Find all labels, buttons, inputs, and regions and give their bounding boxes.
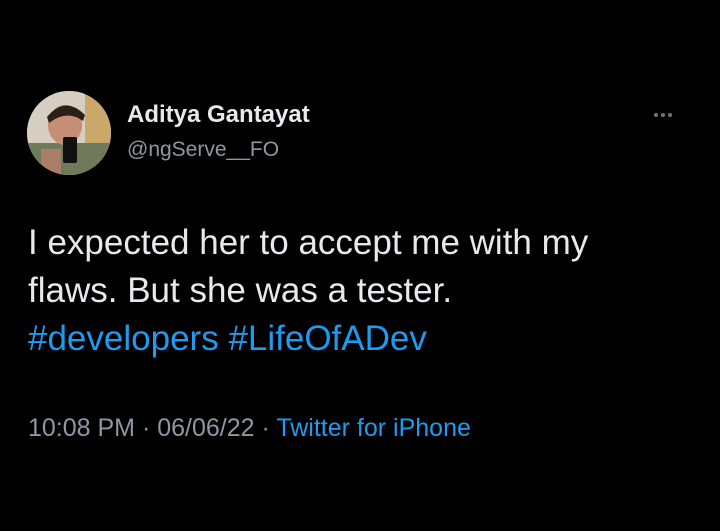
dot-icon bbox=[661, 113, 665, 117]
tweet-meta: 10:08 PM · 06/06/22 · Twitter for iPhone bbox=[28, 414, 471, 443]
hashtag-link[interactable]: #developers bbox=[28, 319, 219, 358]
more-options-icon[interactable] bbox=[648, 103, 678, 127]
tweet-card: Aditya Gantayat @ngServe__FO I expected … bbox=[0, 0, 720, 531]
dot-icon bbox=[668, 113, 672, 117]
avatar[interactable] bbox=[27, 91, 111, 175]
dot-icon bbox=[654, 113, 658, 117]
hashtags-line: #developers #LifeOfADev bbox=[28, 315, 688, 363]
tweet-text-line: flaws. But she was a tester. bbox=[28, 271, 453, 310]
avatar-photo bbox=[27, 91, 111, 175]
tweet-date[interactable]: 06/06/22 bbox=[157, 414, 254, 442]
meta-separator: · bbox=[261, 414, 270, 442]
tweet-text-line: I expected her to accept me with my bbox=[28, 223, 589, 262]
author-handle[interactable]: @ngServe__FO bbox=[127, 138, 279, 162]
tweet-source[interactable]: Twitter for iPhone bbox=[276, 414, 471, 442]
meta-separator: · bbox=[141, 414, 151, 442]
tweet-time[interactable]: 10:08 PM bbox=[28, 414, 135, 442]
tweet-text: I expected her to accept me with my flaw… bbox=[28, 219, 688, 363]
author-name[interactable]: Aditya Gantayat bbox=[127, 101, 310, 129]
hashtag-link[interactable]: #LifeOfADev bbox=[228, 319, 426, 358]
